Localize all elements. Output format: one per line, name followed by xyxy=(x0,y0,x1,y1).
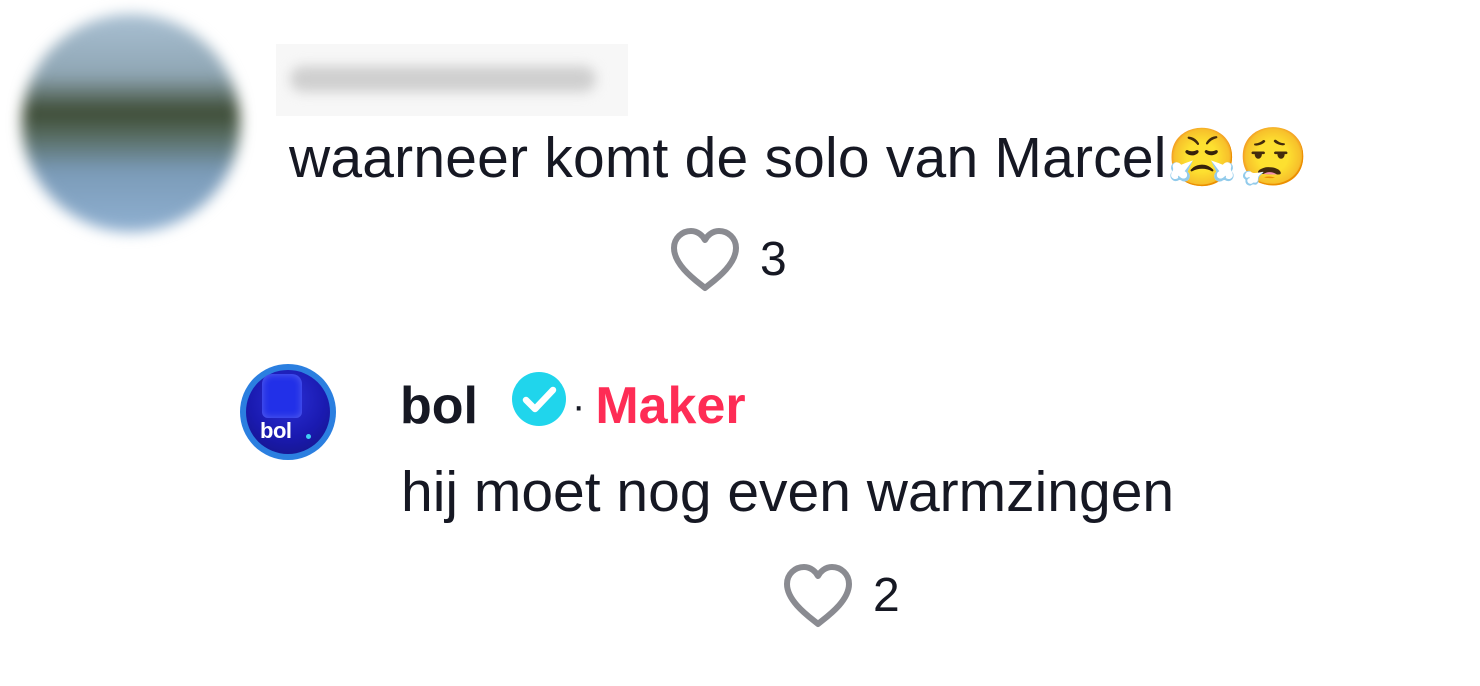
like-count: 3 xyxy=(760,233,787,286)
avatar[interactable] xyxy=(22,14,240,232)
separator-dot: · xyxy=(571,384,586,428)
creator-badge: Maker xyxy=(595,377,746,435)
like-count: 2 xyxy=(873,569,900,622)
comment-text: waarneer komt de solo van Marcel😤😮‍💨 xyxy=(289,122,1309,194)
heart-outline-icon[interactable] xyxy=(668,226,742,294)
bol-logo-dot xyxy=(306,434,311,439)
like-button[interactable]: 2 xyxy=(781,562,900,630)
reply-header: bol · Maker xyxy=(400,372,746,440)
emoji-exhaling-face: 😮‍💨 xyxy=(1237,125,1309,191)
heart-outline-icon[interactable] xyxy=(781,562,855,630)
username-redacted[interactable] xyxy=(276,44,628,116)
username[interactable]: bol xyxy=(400,372,478,440)
reply-text: hij moet nog even warmzingen xyxy=(401,460,1175,524)
bottle-graphic xyxy=(262,374,302,418)
blurred-username-text xyxy=(290,66,596,92)
bol-logo-text: bol xyxy=(260,418,292,443)
emoji-huffing-face: 😤 xyxy=(1166,125,1238,191)
verified-badge-icon xyxy=(511,372,566,426)
like-button[interactable]: 3 xyxy=(668,226,787,294)
avatar[interactable]: bol xyxy=(240,364,336,460)
comment-text-body: waarneer komt de solo van Marcel xyxy=(289,126,1167,190)
